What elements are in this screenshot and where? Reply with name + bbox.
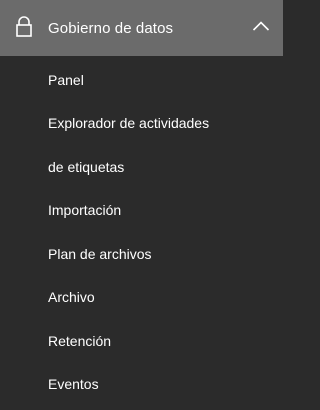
menu-item-retention[interactable]: Retención (0, 319, 283, 363)
section-items: Panel Explorador de actividades de etiqu… (0, 58, 283, 406)
menu-item-panel[interactable]: Panel (0, 58, 283, 102)
menu-item-labels[interactable]: de etiquetas (0, 145, 283, 189)
menu-item-import[interactable]: Importación (0, 189, 283, 233)
navigation-menu: Gobierno de datos Panel Explorador de ac… (0, 0, 283, 410)
lock-icon (14, 15, 34, 39)
menu-item-file-plan[interactable]: Plan de archivos (0, 232, 283, 276)
menu-item-events[interactable]: Eventos (0, 363, 283, 407)
section-title: Gobierno de datos (48, 19, 174, 37)
menu-item-activity-explorer[interactable]: Explorador de actividades (0, 102, 283, 146)
section-header-data-governance[interactable]: Gobierno de datos (0, 0, 283, 56)
chevron-up-icon[interactable] (252, 19, 270, 31)
menu-item-archive[interactable]: Archivo (0, 276, 283, 320)
